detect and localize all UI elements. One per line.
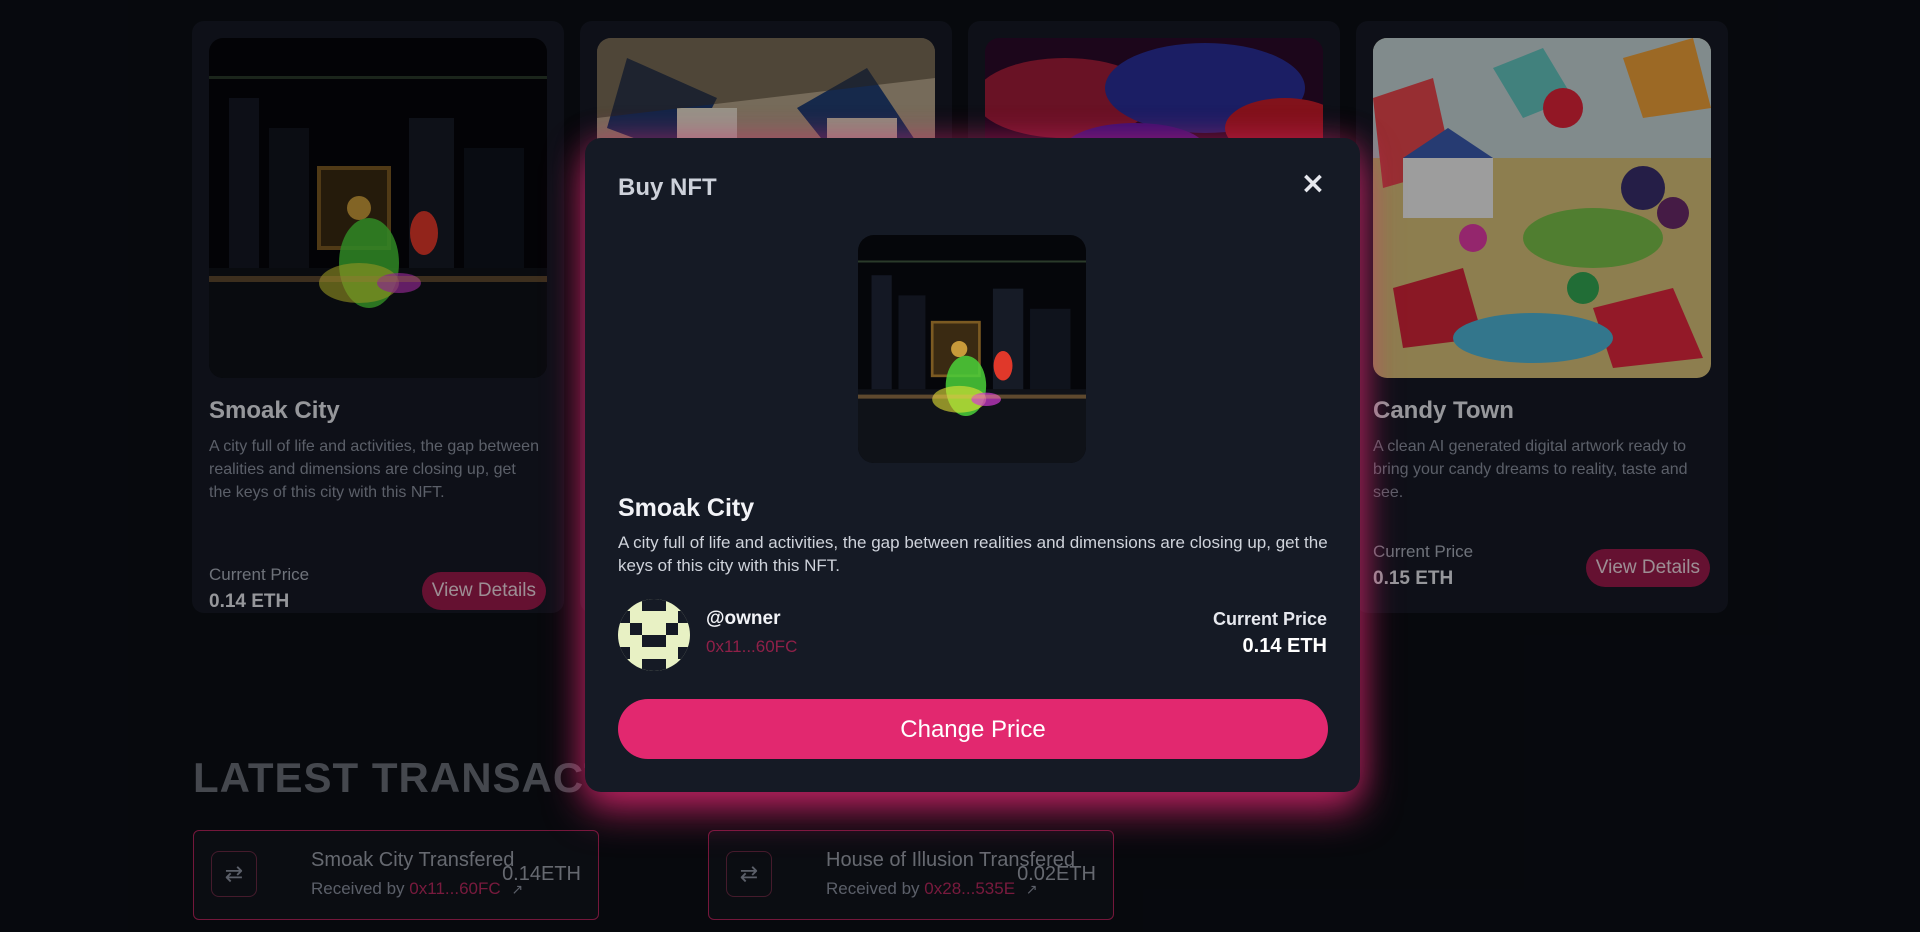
modal-nft-title: Smoak City [618,494,755,522]
modal-price-value: 0.14 ETH [1242,635,1327,657]
owner-name: @owner [706,608,781,629]
owner-address[interactable]: 0x11...60FC [706,637,797,657]
modal-heading: Buy NFT [618,174,717,201]
modal-nft-image [858,235,1086,463]
buy-nft-modal: Buy NFT × Smoak City A city full of life… [585,138,1360,792]
close-icon[interactable]: × [1299,169,1327,199]
owner-avatar [618,599,690,671]
change-price-button[interactable]: Change Price [618,699,1328,759]
modal-price-label: Current Price [1212,609,1327,629]
modal-nft-description: A city full of life and activities, the … [618,533,1328,575]
